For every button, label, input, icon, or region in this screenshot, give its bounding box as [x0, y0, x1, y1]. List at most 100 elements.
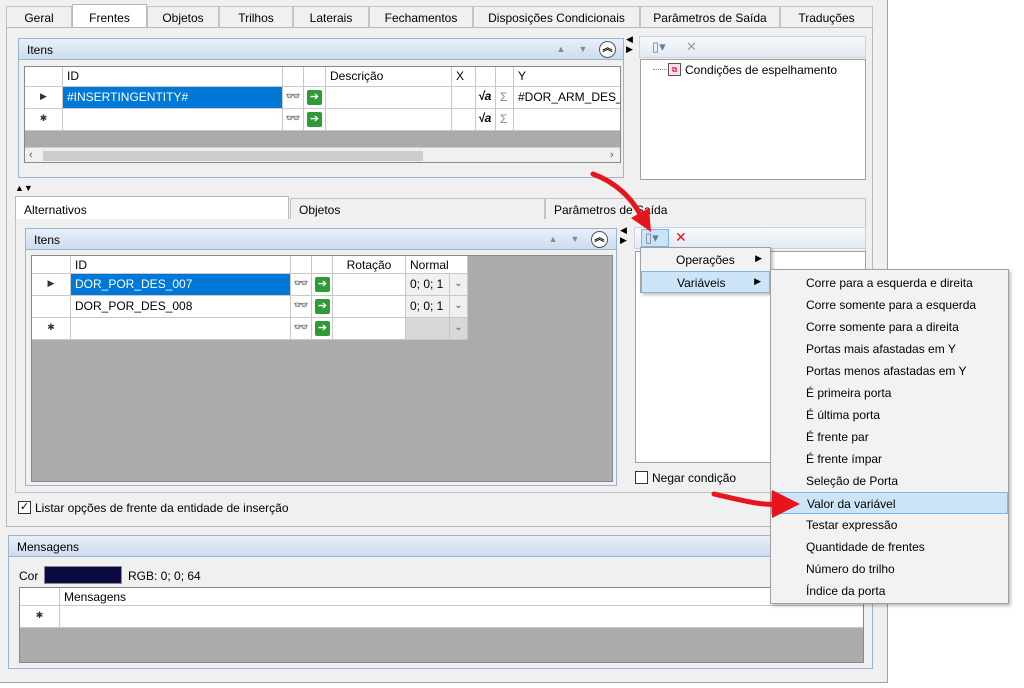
- go-arrow-icon[interactable]: ➔: [315, 299, 330, 314]
- submenu-item[interactable]: Corre para a esquerda e direita: [771, 272, 1008, 294]
- go-arrow-icon[interactable]: ➔: [307, 90, 322, 105]
- col-id[interactable]: ID: [71, 256, 291, 274]
- row-selector[interactable]: ▶: [25, 87, 63, 109]
- submenu-item[interactable]: Portas menos afastadas em Y: [771, 360, 1008, 382]
- tab-geral[interactable]: Geral: [6, 6, 72, 28]
- move-up-icon[interactable]: ▲: [552, 41, 570, 57]
- submenu-item[interactable]: Seleção de Porta: [771, 470, 1008, 492]
- subtab-objetos[interactable]: Objetos: [290, 198, 545, 220]
- row-selector[interactable]: ▶: [32, 274, 71, 296]
- rgb-text: RGB: 0; 0; 64: [128, 569, 201, 583]
- sigma-icon[interactable]: Σ: [496, 109, 514, 131]
- itens-top-row2-descricao[interactable]: [326, 109, 452, 131]
- delete-icon[interactable]: ✕: [675, 229, 687, 246]
- menu-item-operacoes[interactable]: Operações ▶: [641, 249, 770, 271]
- new-row-selector[interactable]: ✱: [32, 318, 71, 340]
- tab-parametros-saida[interactable]: Parâmetros de Saída: [640, 6, 780, 28]
- submenu-item[interactable]: É frente par: [771, 426, 1008, 448]
- submenu-item[interactable]: É última porta: [771, 404, 1008, 426]
- formula-icon[interactable]: √a: [476, 109, 496, 131]
- tab-frentes[interactable]: Frentes: [72, 4, 147, 29]
- chevron-down-icon[interactable]: ⌄: [449, 274, 467, 295]
- itens-bottom-row3-rotacao[interactable]: [333, 318, 406, 340]
- submenu-item[interactable]: É frente ímpar: [771, 448, 1008, 470]
- row-selector[interactable]: [32, 296, 71, 318]
- itens-top-group: Itens ▲ ▼ ︽ ID Descrição X Y ▶ #INSERTIN…: [18, 38, 624, 178]
- col-x[interactable]: X: [452, 67, 476, 87]
- go-arrow-icon[interactable]: ➔: [307, 112, 322, 127]
- submenu-item[interactable]: Índice da porta: [771, 580, 1008, 602]
- col-mensagens[interactable]: Mensagens: [60, 588, 863, 606]
- binoculars-icon[interactable]: 👓: [283, 109, 304, 131]
- tab-disposicoes-condicionais[interactable]: Disposições Condicionais: [473, 6, 640, 28]
- tab-traducoes[interactable]: Traduções: [780, 6, 873, 28]
- move-down-icon[interactable]: ▼: [574, 41, 592, 57]
- itens-bottom-row3-id[interactable]: [71, 318, 291, 340]
- move-up-icon[interactable]: ▲: [544, 231, 562, 247]
- expand-right-icon[interactable]: ▶: [626, 44, 633, 55]
- new-document-icon[interactable]: ▯▾: [652, 39, 666, 55]
- itens-top-row1-y[interactable]: #DOR_ARM_DES_E: [514, 87, 620, 109]
- col-descricao[interactable]: Descrição: [326, 67, 452, 87]
- list-options-checkbox[interactable]: ✓: [18, 501, 31, 514]
- itens-bottom-row1-id[interactable]: DOR_POR_DES_007: [71, 274, 291, 296]
- subtab-alternativos[interactable]: Alternativos: [15, 196, 289, 220]
- binoculars-icon[interactable]: 👓: [291, 318, 312, 340]
- binoculars-icon[interactable]: 👓: [283, 87, 304, 109]
- itens-bottom-row2-rotacao[interactable]: [333, 296, 406, 318]
- collapse-icon[interactable]: ︽: [599, 41, 616, 58]
- delete-icon[interactable]: ✕: [686, 39, 697, 55]
- itens-top-row2-y[interactable]: [514, 109, 620, 131]
- go-arrow-icon[interactable]: ➔: [315, 321, 330, 336]
- submenu-item[interactable]: Corre somente para a direita: [771, 316, 1008, 338]
- messages-new-row[interactable]: [60, 606, 863, 628]
- submenu-item[interactable]: É primeira porta: [771, 382, 1008, 404]
- submenu-item[interactable]: Corre somente para a esquerda: [771, 294, 1008, 316]
- negate-checkbox[interactable]: [635, 471, 648, 484]
- go-arrow-icon[interactable]: ➔: [315, 277, 330, 292]
- chevron-down-icon[interactable]: ⌄: [449, 296, 467, 317]
- itens-bottom-row2-id[interactable]: DOR_POR_DES_008: [71, 296, 291, 318]
- tree-item-condicoes[interactable]: Condições de espelhamento: [685, 63, 837, 77]
- itens-top-row2-x[interactable]: [452, 109, 476, 131]
- move-down-icon[interactable]: ▼: [566, 231, 584, 247]
- horizontal-scrollbar[interactable]: ‹ ›: [25, 147, 620, 162]
- chevron-down-icon[interactable]: ⌄: [449, 318, 467, 339]
- scroll-thumb[interactable]: [43, 151, 423, 161]
- submenu-item[interactable]: Testar expressão: [771, 514, 1008, 536]
- itens-top-row1-x[interactable]: [452, 87, 476, 109]
- tab-objetos[interactable]: Objetos: [147, 6, 219, 28]
- submenu-item[interactable]: Portas mais afastadas em Y: [771, 338, 1008, 360]
- itens-bottom-row1-rotacao[interactable]: [333, 274, 406, 296]
- sigma-icon[interactable]: Σ: [496, 87, 514, 109]
- scroll-left-icon[interactable]: ‹: [29, 149, 33, 161]
- itens-top-row1-id[interactable]: #INSERTINGENTITY#: [63, 87, 283, 109]
- negate-label: Negar condição: [652, 471, 737, 485]
- binoculars-icon[interactable]: 👓: [291, 274, 312, 296]
- binoculars-icon[interactable]: 👓: [291, 296, 312, 318]
- itens-bottom-row1-normal[interactable]: 0; 0; 1 ⌄: [406, 274, 468, 296]
- col-normal[interactable]: Normal: [406, 256, 468, 274]
- itens-top-row2-id[interactable]: [63, 109, 283, 131]
- col-y[interactable]: Y: [514, 67, 620, 87]
- color-swatch[interactable]: [44, 566, 122, 584]
- formula-icon[interactable]: √a: [476, 87, 496, 109]
- menu-item-operacoes-label: Operações: [676, 253, 735, 267]
- splitter-arrows-icon[interactable]: ▲▼: [15, 183, 33, 193]
- submenu-item[interactable]: Número do trilho: [771, 558, 1008, 580]
- tab-laterais[interactable]: Laterais: [293, 6, 369, 28]
- scroll-right-icon[interactable]: ›: [610, 149, 614, 161]
- conditions-toolbar: ▯▾ ✕: [639, 36, 866, 58]
- menu-item-variaveis[interactable]: Variáveis ▶: [641, 271, 770, 293]
- tab-fechamentos[interactable]: Fechamentos: [369, 6, 473, 28]
- tab-trilhos[interactable]: Trilhos: [219, 6, 293, 28]
- new-row-selector[interactable]: ✱: [20, 606, 60, 628]
- new-row-selector[interactable]: ✱: [25, 109, 63, 131]
- itens-bottom-row3-normal[interactable]: ⌄: [406, 318, 468, 340]
- itens-top-row1-descricao[interactable]: [326, 87, 452, 109]
- submenu-item[interactable]: Quantidade de frentes: [771, 536, 1008, 558]
- itens-bottom-row2-normal[interactable]: 0; 0; 1 ⌄: [406, 296, 468, 318]
- col-rotacao[interactable]: Rotação: [333, 256, 406, 274]
- col-id[interactable]: ID: [63, 67, 283, 87]
- submenu-item-valor-variavel[interactable]: Valor da variável: [771, 492, 1008, 514]
